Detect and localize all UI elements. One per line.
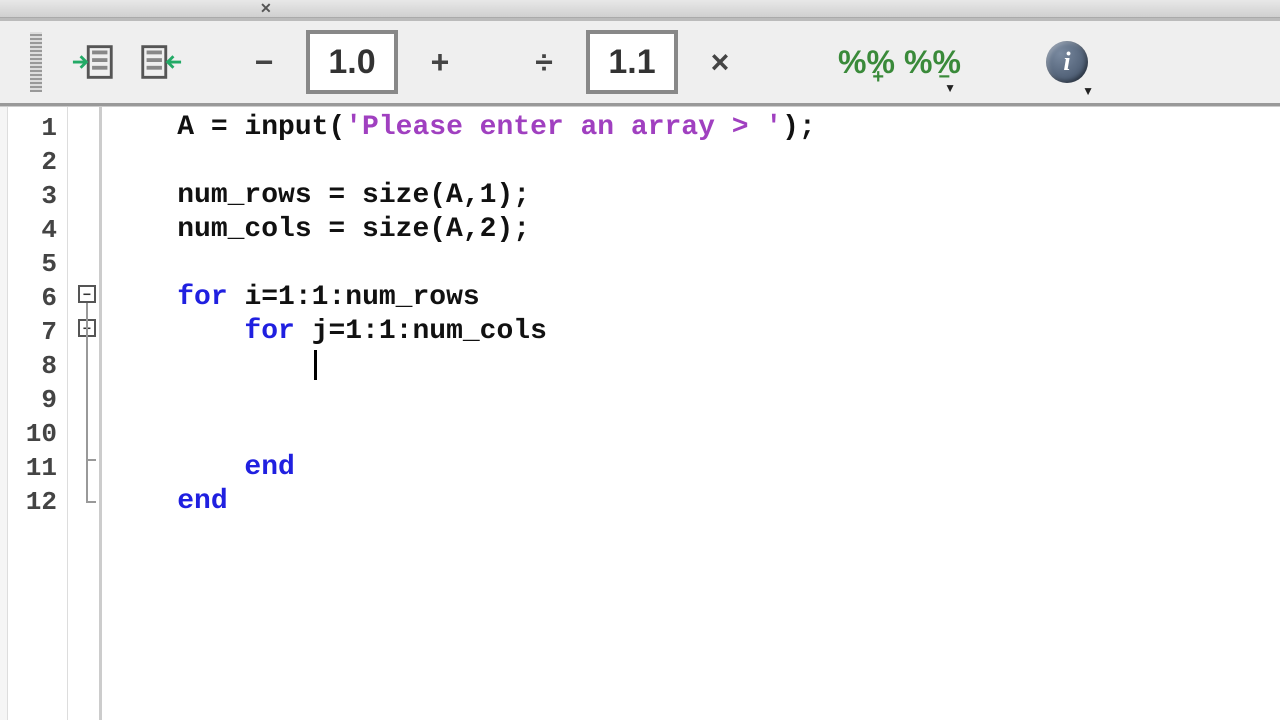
code-area[interactable]: A = input('Please enter an array > '); n…: [102, 107, 1280, 720]
code-line[interactable]: [110, 349, 1280, 383]
fold-gutter: − −: [68, 107, 102, 720]
line-number: 2: [8, 145, 67, 179]
info-button[interactable]: i ▼: [1046, 41, 1088, 83]
line-number: 7: [8, 315, 67, 349]
line-number: 1: [8, 111, 67, 145]
line-number: 9: [8, 383, 67, 417]
plus-button[interactable]: +: [416, 38, 464, 86]
code-line[interactable]: [110, 417, 1280, 451]
title-bar: ✕: [0, 0, 1280, 18]
line-number: 6: [8, 281, 67, 315]
code-line[interactable]: [110, 247, 1280, 281]
times-button[interactable]: ×: [696, 38, 744, 86]
code-line[interactable]: for i=1:1:num_rows: [110, 281, 1280, 315]
line-number-gutter: 1 2 3 4 5 6 7 8 9 10 11 12: [8, 107, 68, 720]
breakpoint-gutter[interactable]: [0, 107, 8, 720]
toolbar-drag-handle[interactable]: [30, 32, 42, 92]
line-number: 11: [8, 451, 67, 485]
comment-add-button[interactable]: %%+: [838, 44, 886, 81]
code-line[interactable]: num_rows = size(A,1);: [110, 179, 1280, 213]
indent-in-icon: [71, 39, 117, 85]
fold-toggle[interactable]: −: [78, 285, 96, 303]
indent-in-button[interactable]: [70, 38, 118, 86]
code-line[interactable]: end: [110, 485, 1280, 519]
code-line[interactable]: end: [110, 451, 1280, 485]
info-icon: i: [1063, 47, 1070, 77]
line-number: 10: [8, 417, 67, 451]
code-line[interactable]: A = input('Please enter an array > ');: [110, 111, 1280, 145]
code-line[interactable]: [110, 383, 1280, 417]
line-number: 8: [8, 349, 67, 383]
fold-guide-end: [86, 501, 96, 503]
comment-remove-button[interactable]: %%−▼: [904, 44, 952, 81]
line-number: 3: [8, 179, 67, 213]
close-icon[interactable]: ✕: [260, 0, 272, 17]
divide-button[interactable]: ÷: [520, 38, 568, 86]
code-line[interactable]: [110, 145, 1280, 179]
indent-out-button[interactable]: [136, 38, 184, 86]
indent-value-input[interactable]: [306, 30, 398, 94]
fold-guide: [86, 303, 88, 503]
editor: 1 2 3 4 5 6 7 8 9 10 11 12 − − A = input…: [0, 106, 1280, 720]
minus-button[interactable]: −: [240, 38, 288, 86]
indent-out-icon: [137, 39, 183, 85]
line-number: 4: [8, 213, 67, 247]
step-value-input[interactable]: [586, 30, 678, 94]
line-number: 12: [8, 485, 67, 519]
code-line[interactable]: for j=1:1:num_cols: [110, 315, 1280, 349]
fold-guide-end: [86, 459, 96, 461]
code-line[interactable]: num_cols = size(A,2);: [110, 213, 1280, 247]
line-number: 5: [8, 247, 67, 281]
toolbar: − + ÷ × %%+ %%−▼ i ▼: [0, 18, 1280, 106]
text-cursor: [314, 350, 317, 380]
